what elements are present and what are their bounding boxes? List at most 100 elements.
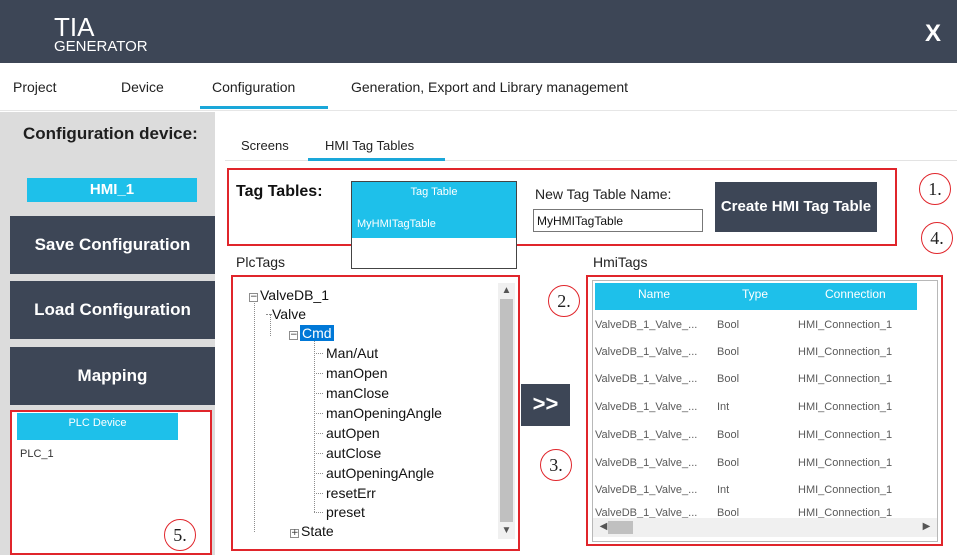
new-tag-table-name-input[interactable]	[533, 209, 703, 232]
cell-type: Bool	[717, 429, 740, 441]
tree-node-cmd[interactable]: − Cmd	[289, 324, 334, 342]
tree-node-valve[interactable]: Valve	[266, 305, 306, 323]
cell-type: Bool	[717, 319, 740, 331]
cell-name: ValveDB_1_Valve_...	[595, 507, 698, 518]
tree-leaf[interactable]: preset	[326, 503, 365, 521]
tree-connector	[314, 453, 323, 454]
callout-2: 2.	[548, 285, 580, 317]
cell-name: ValveDB_1_Valve_...	[595, 346, 698, 358]
tree-connector	[314, 353, 323, 354]
callout-1: 1.	[919, 173, 951, 205]
cell-name: ValveDB_1_Valve_...	[595, 429, 698, 441]
active-subtab-indicator	[308, 158, 445, 161]
cell-connection: HMI_Connection_1	[798, 319, 893, 331]
tree-scroll-thumb[interactable]	[500, 299, 513, 522]
tree-leaf[interactable]: Man/Aut	[326, 344, 378, 362]
tree-collapse-icon[interactable]: −	[289, 331, 298, 340]
tree-leaf[interactable]: manClose	[326, 384, 389, 402]
scroll-left-icon[interactable]: ◀	[595, 521, 612, 532]
cell-name: ValveDB_1_Valve_...	[595, 457, 698, 469]
tree-connector	[314, 512, 323, 513]
create-hmi-tag-table-button[interactable]: Create HMI Tag Table	[715, 182, 877, 232]
cell-connection: HMI_Connection_1	[798, 507, 893, 518]
plc-tags-label: PlcTags	[236, 254, 286, 270]
tree-connector	[314, 473, 323, 474]
selected-tree-node-label: Cmd	[300, 325, 334, 341]
tree-connector	[254, 294, 255, 532]
column-header-name[interactable]: Name	[638, 287, 670, 301]
cell-type: Int	[717, 401, 730, 413]
cell-name: ValveDB_1_Valve_...	[595, 484, 698, 496]
menu-device[interactable]: Device	[121, 79, 164, 95]
menu-configuration[interactable]: Configuration	[212, 79, 295, 95]
scroll-right-icon[interactable]: ▶	[918, 521, 935, 532]
column-header-type[interactable]: Type	[742, 287, 768, 301]
tree-connector	[314, 393, 323, 394]
cell-connection: HMI_Connection_1	[798, 484, 893, 496]
cell-type: Bool	[717, 373, 740, 385]
table-row[interactable]: ValveDB_1_Valve_... Bool HMI_Connection_…	[595, 452, 917, 478]
table-row[interactable]: ValveDB_1_Valve_... Int HMI_Connection_1	[595, 479, 917, 505]
tag-tables-label: Tag Tables:	[236, 183, 323, 200]
tree-leaf[interactable]: resetErr	[326, 484, 376, 502]
tree-connector	[314, 340, 315, 512]
tree-leaf[interactable]: autOpen	[326, 424, 380, 442]
column-header-connection[interactable]: Connection	[825, 287, 886, 301]
cell-connection: HMI_Connection_1	[798, 429, 893, 441]
scroll-up-icon[interactable]: ▲	[498, 285, 515, 296]
table-row[interactable]: ValveDB_1_Valve_... Bool HMI_Connection_…	[595, 506, 917, 518]
table-row[interactable]: ValveDB_1_Valve_... Bool HMI_Connection_…	[595, 424, 917, 450]
menu-project[interactable]: Project	[13, 79, 57, 95]
hmi-horizontal-scrollbar[interactable]	[593, 518, 937, 537]
tree-leaf[interactable]: autOpeningAngle	[326, 464, 434, 482]
cell-connection: HMI_Connection_1	[798, 373, 893, 385]
tag-table-row[interactable]: MyHMITagTable	[352, 209, 516, 238]
cell-name: ValveDB_1_Valve_...	[595, 373, 698, 385]
main-menu: Project Device Configuration Generation,…	[0, 63, 957, 111]
table-row[interactable]: ValveDB_1_Valve_... Bool HMI_Connection_…	[595, 341, 917, 367]
app-logo-title: TIA	[54, 12, 95, 42]
tree-collapse-icon[interactable]: −	[249, 293, 258, 302]
tab-hmi-tag-tables[interactable]: HMI Tag Tables	[325, 138, 414, 153]
close-icon[interactable]: X	[918, 20, 948, 48]
cell-name: ValveDB_1_Valve_...	[595, 401, 698, 413]
callout-3: 3.	[540, 449, 572, 481]
scroll-down-icon[interactable]: ▼	[498, 525, 515, 536]
load-configuration-button[interactable]: Load Configuration	[10, 281, 215, 339]
tree-connector	[266, 314, 272, 315]
tree-leaf[interactable]: manOpeningAngle	[326, 404, 442, 422]
cell-connection: HMI_Connection_1	[798, 401, 893, 413]
tab-screens[interactable]: Screens	[241, 138, 289, 153]
plc-device-item[interactable]: PLC_1	[20, 448, 54, 460]
tag-table-column-header: Tag Table	[352, 182, 516, 209]
configuration-device-label: Configuration device:	[23, 124, 198, 143]
table-row[interactable]: ValveDB_1_Valve_... Int HMI_Connection_1	[595, 396, 917, 422]
tree-connector	[314, 433, 323, 434]
tree-leaf[interactable]: autClose	[326, 444, 381, 462]
cell-name: ValveDB_1_Valve_...	[595, 319, 698, 331]
mapping-button[interactable]: Mapping	[10, 347, 215, 405]
hmi-tags-label: HmiTags	[593, 254, 648, 270]
callout-5: 5.	[164, 519, 196, 551]
table-row[interactable]: ValveDB_1_Valve_... Bool HMI_Connection_…	[595, 368, 917, 394]
tree-expand-icon[interactable]: +	[290, 529, 299, 538]
cell-type: Bool	[717, 346, 740, 358]
tree-connector	[314, 373, 323, 374]
tree-leaf[interactable]: manOpen	[326, 364, 387, 382]
save-configuration-button[interactable]: Save Configuration	[10, 216, 215, 274]
new-tag-table-name-label: New Tag Table Name:	[535, 186, 672, 202]
tree-node-root[interactable]: − ValveDB_1	[249, 286, 329, 304]
cell-type: Bool	[717, 457, 740, 469]
cell-type: Bool	[717, 507, 740, 518]
cell-type: Int	[717, 484, 730, 496]
menu-generation-export-library[interactable]: Generation, Export and Library managemen…	[351, 79, 628, 95]
transfer-tags-button[interactable]: >>	[521, 384, 570, 426]
cell-connection: HMI_Connection_1	[798, 457, 893, 469]
cell-connection: HMI_Connection_1	[798, 346, 893, 358]
table-row[interactable]: ValveDB_1_Valve_... Bool HMI_Connection_…	[595, 314, 917, 340]
plc-device-header: PLC Device	[17, 413, 178, 440]
app-logo-subtitle: GENERATOR	[54, 38, 148, 55]
hmi-tags-table-header: Name Type Connection	[595, 283, 917, 310]
tree-node-state[interactable]: + State	[290, 522, 334, 540]
tree-connector	[314, 413, 323, 414]
